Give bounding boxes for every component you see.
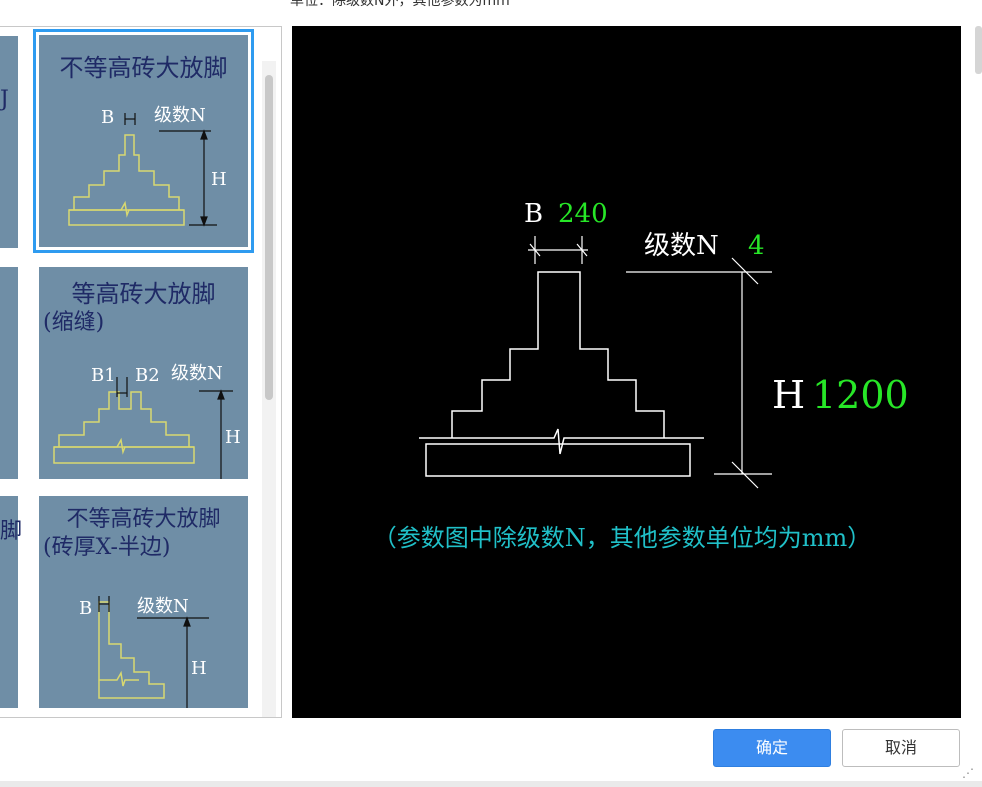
preview-label-b: B bbox=[524, 199, 543, 229]
dialog-scrollbar[interactable] bbox=[975, 26, 982, 74]
tile-label-b: B bbox=[101, 107, 114, 128]
tile-label-h: H bbox=[225, 427, 241, 448]
foundation-type-list[interactable]: J 脚 不等高砖大放脚 B 级数N H 等高砖大放脚 (缩缝) B1 B2 级数… bbox=[0, 26, 282, 718]
list-scroll-thumb[interactable] bbox=[265, 75, 273, 400]
list-tile-unequal-footing[interactable]: 不等高砖大放脚 B 级数N H bbox=[33, 29, 254, 253]
ok-button[interactable]: 确定 bbox=[713, 729, 831, 767]
preview-label-h: H bbox=[772, 373, 805, 417]
shrink-footing-thumbnail: B1 B2 级数N H bbox=[53, 363, 241, 479]
tile-label-b1: B1 bbox=[91, 365, 116, 386]
tile-label-h: H bbox=[191, 658, 207, 679]
bottom-edge bbox=[0, 781, 982, 787]
preview-value-h: 1200 bbox=[812, 373, 909, 417]
list-tile-cut[interactable] bbox=[0, 36, 18, 248]
tile-label-n: 级数N bbox=[154, 105, 206, 126]
cancel-button[interactable]: 取消 bbox=[842, 729, 960, 767]
preview-value-b: 240 bbox=[558, 199, 608, 229]
list-tile-cut[interactable] bbox=[0, 267, 18, 479]
cut-title-glyph: 脚 bbox=[0, 519, 23, 544]
tile-label-n: 级数N bbox=[171, 363, 223, 384]
tile-label-b2: B2 bbox=[135, 365, 160, 386]
tile-label-b: B bbox=[79, 598, 92, 619]
unequal-footing-thumbnail: B 级数N H bbox=[68, 105, 227, 227]
preview-label-n: 级数N bbox=[644, 231, 719, 261]
half-edge-footing-thumbnail: B 级数N H bbox=[79, 596, 209, 708]
list-tile-half-edge-footing[interactable]: 不等高砖大放脚 (砖厚X-半边) B 级数N H bbox=[39, 496, 248, 708]
preview-value-n: 4 bbox=[748, 231, 765, 261]
unit-note: 单位：除级数N外，其他参数为mm bbox=[290, 0, 510, 9]
tile-label-h: H bbox=[211, 169, 227, 190]
list-scrollbar[interactable] bbox=[262, 61, 276, 717]
preview-drawing: B 240 级数N 4 H 1200 （参数图中除级数N，其他参数单位均为mm） bbox=[373, 199, 909, 552]
parameter-preview: B 240 级数N 4 H 1200 （参数图中除级数N，其他参数单位均为mm） bbox=[292, 26, 961, 718]
cut-title-glyph: J bbox=[0, 87, 9, 112]
list-tile-equal-footing-shrink[interactable]: 等高砖大放脚 (缩缝) B1 B2 级数N H bbox=[39, 267, 248, 479]
tile-label-n: 级数N bbox=[137, 596, 189, 617]
preview-unit-note: （参数图中除级数N，其他参数单位均为mm） bbox=[373, 524, 872, 552]
resize-grip-icon[interactable]: ⋰ bbox=[962, 766, 974, 780]
